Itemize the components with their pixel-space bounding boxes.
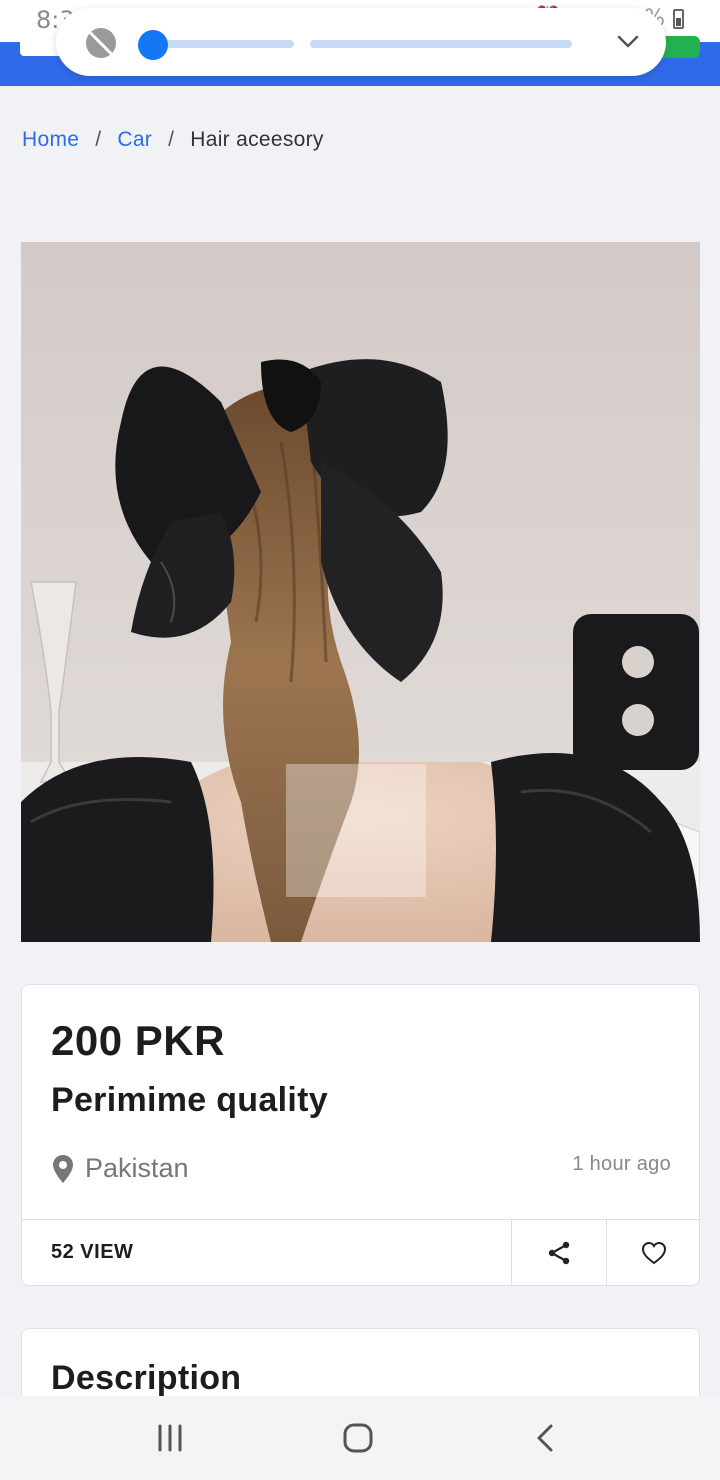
view-count: 52 VIEW [51,1241,134,1263]
back-icon[interactable] [526,1418,566,1458]
home-icon[interactable] [338,1418,378,1458]
favorite-button[interactable] [606,1220,701,1286]
description-heading: Description [51,1359,242,1397]
chevron-down-icon[interactable] [616,30,640,54]
mute-icon[interactable] [86,28,116,58]
posted-time: 1 hour ago [572,1153,671,1175]
breadcrumb-home[interactable]: Home [22,128,79,152]
map-pin-icon [53,1154,73,1183]
volume-slider-knob[interactable] [138,30,168,60]
listing-price: 200 PKR [51,1017,225,1064]
media-slider-track[interactable] [310,40,572,48]
recent-apps-icon[interactable] [150,1418,190,1458]
share-icon [548,1241,570,1265]
product-image[interactable] [21,242,700,942]
share-button[interactable] [511,1220,606,1286]
battery-icon [673,8,684,29]
location-text: Pakistan [85,1153,189,1183]
system-nav-bar [0,1396,720,1480]
breadcrumb-car[interactable]: Car [117,128,152,152]
listing-card: 200 PKR Perimime quality Pakistan 1 hour… [21,984,700,1286]
breadcrumb: Home / Car / Hair aceesory [22,128,324,152]
product-photo-illustration [21,242,700,942]
breadcrumb-current: Hair aceesory [190,128,324,151]
heart-icon [641,1241,667,1265]
listing-location: Pakistan [51,1153,189,1184]
breadcrumb-separator: / [95,128,102,151]
breadcrumb-separator: / [168,128,175,151]
media-control-overlay [56,8,666,76]
listing-title: Perimime quality [51,1081,328,1119]
